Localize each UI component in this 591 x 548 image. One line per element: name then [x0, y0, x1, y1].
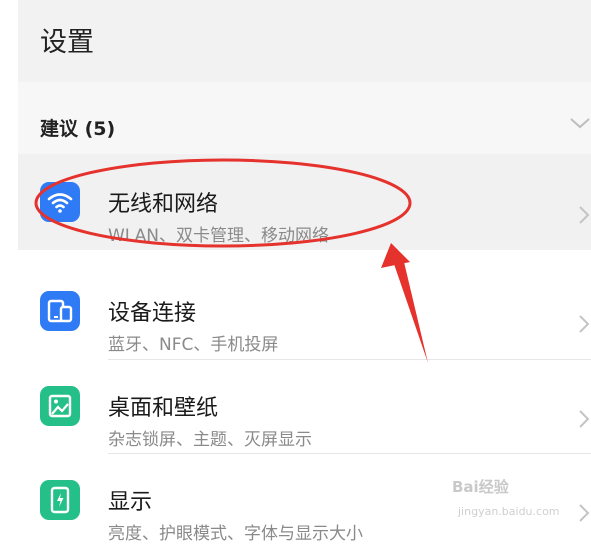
item-subtitle: 杂志锁屏、主题、灭屏显示 — [108, 430, 312, 450]
suggestions-label: 建议 (5) — [40, 118, 116, 140]
chevron-right-icon — [579, 504, 590, 522]
suggestions-section[interactable]: 建议 (5) — [18, 82, 591, 154]
watermark-url: jingyan.baidu.com — [458, 505, 560, 518]
settings-item-home-wallpaper[interactable]: 桌面和壁纸 杂志锁屏、主题、灭屏显示 — [18, 358, 591, 454]
wallpaper-icon — [40, 386, 80, 426]
watermark: Bai经验 — [452, 478, 509, 496]
device-connect-icon — [40, 291, 80, 331]
wifi-icon — [40, 182, 80, 222]
page-title: 设置 — [40, 27, 94, 58]
item-title: 桌面和壁纸 — [108, 396, 219, 421]
chevron-right-icon — [579, 410, 590, 428]
item-title: 显示 — [108, 490, 153, 515]
settings-item-device-connection[interactable]: 设备连接 蓝牙、NFC、手机投屏 — [18, 263, 591, 359]
settings-item-display[interactable]: 显示 亮度、护眼模式、字体与显示大小 — [18, 452, 591, 548]
item-subtitle: 亮度、护眼模式、字体与显示大小 — [108, 524, 363, 544]
chevron-right-icon — [579, 315, 590, 333]
item-title: 无线和网络 — [108, 192, 219, 217]
display-icon — [40, 480, 80, 520]
header-bar: 设置 — [18, 0, 591, 82]
chevron-down-icon — [570, 118, 590, 129]
chevron-right-icon — [579, 206, 590, 224]
settings-item-wireless-network[interactable]: 无线和网络 WLAN、双卡管理、移动网络 — [18, 154, 591, 250]
item-subtitle: 蓝牙、NFC、手机投屏 — [108, 335, 279, 355]
item-subtitle: WLAN、双卡管理、移动网络 — [108, 226, 330, 246]
item-title: 设备连接 — [108, 301, 197, 326]
